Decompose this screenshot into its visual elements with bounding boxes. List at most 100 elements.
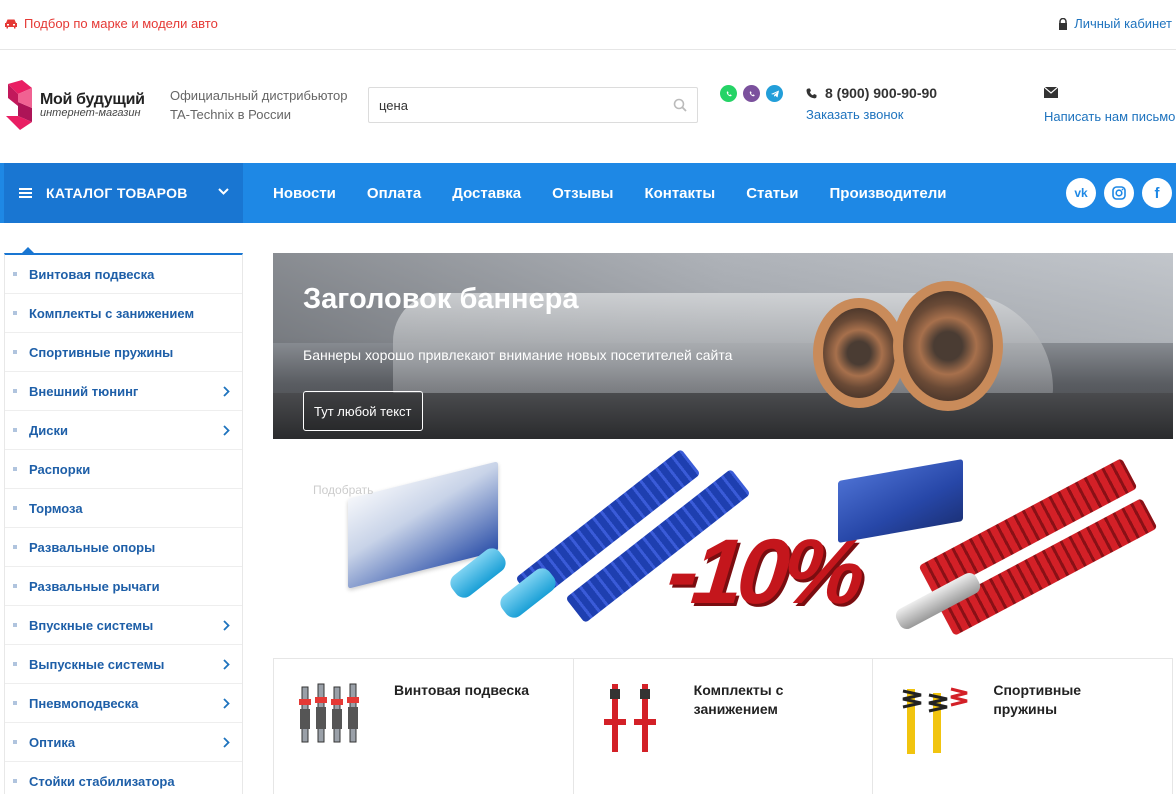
sidebar-item[interactable]: Пневмоподвеска [5, 684, 242, 723]
catalog-label: КАТАЛОГ ТОВАРОВ [46, 185, 188, 201]
sidebar-item-label: Выпускные системы [29, 656, 165, 672]
callback-link[interactable]: Заказать звонок [806, 107, 937, 122]
sidebar-item[interactable]: Выпускные системы [5, 645, 242, 684]
phone-number[interactable]: 8 (900) 900-90-90 [825, 85, 937, 101]
nav-link-reviews[interactable]: Отзывы [552, 185, 613, 202]
search-icon[interactable] [673, 98, 687, 112]
category-name: Винтовая подвеска [394, 682, 529, 698]
telegram-icon[interactable] [766, 85, 783, 102]
coilover-set-image [299, 683, 359, 743]
catalog-button[interactable]: КАТАЛОГ ТОВАРОВ [4, 163, 243, 223]
chevron-right-icon [223, 698, 230, 709]
logo-title: Мой будущий [40, 90, 145, 108]
nav-link-contacts[interactable]: Контакты [644, 185, 715, 202]
car-selector-label: Подбор по марке и модели авто [24, 16, 218, 31]
sidebar-item-label: Спортивные пружины [29, 344, 174, 360]
banner-subtitle: Баннеры хорошо привлекают внимание новых… [303, 347, 733, 363]
nav-link-articles[interactable]: Статьи [746, 185, 798, 202]
social-links: vk f [1066, 178, 1172, 208]
bullet-icon [13, 389, 17, 393]
sidebar-item-label: Комплекты с занижением [29, 305, 195, 321]
category-card[interactable]: Комплекты с занижением [574, 659, 874, 794]
banner-wheel-image [813, 298, 905, 408]
car-selector-link[interactable]: Подбор по марке и модели авто [4, 16, 218, 31]
bullet-icon [13, 350, 17, 354]
car-icon [5, 19, 17, 29]
bullet-icon [13, 272, 17, 276]
category-card[interactable]: Винтовая подвеска [274, 659, 574, 794]
nav-link-news[interactable]: Новости [273, 185, 336, 202]
sidebar-item-label: Диски [29, 422, 68, 438]
category-cards: Винтовая подвеска Комплекты с занижением… [273, 658, 1174, 794]
chevron-down-icon [218, 188, 229, 195]
main-nav: КАТАЛОГ ТОВАРОВ Новости Оплата Доставка … [0, 163, 1176, 223]
messengers [720, 85, 783, 102]
bullet-icon [13, 662, 17, 666]
sidebar-item[interactable]: Комплекты с занижением [5, 294, 242, 333]
category-name: Комплекты с занижением [693, 682, 784, 717]
bullet-icon [13, 701, 17, 705]
search-box [368, 87, 698, 123]
account-link[interactable]: Личный кабинет [1058, 16, 1172, 31]
banner-title: Заголовок баннера [303, 283, 579, 315]
instagram-icon[interactable] [1104, 178, 1134, 208]
facebook-icon[interactable]: f [1142, 178, 1172, 208]
sidebar-item[interactable]: Диски [5, 411, 242, 450]
sidebar-item[interactable]: Оптика [5, 723, 242, 762]
nav-link-delivery[interactable]: Доставка [452, 185, 521, 202]
chevron-right-icon [223, 659, 230, 670]
sidebar-item[interactable]: Тормоза [5, 489, 242, 528]
bullet-icon [13, 779, 17, 783]
category-card[interactable]: Спортивные пружины [873, 659, 1174, 794]
bullet-icon [13, 545, 17, 549]
sidebar-item[interactable]: Спортивные пружины [5, 333, 242, 372]
bullet-icon [13, 584, 17, 588]
sidebar-item[interactable]: Внешний тюнинг [5, 372, 242, 411]
sidebar-item[interactable]: Развальные рычаги [5, 567, 242, 606]
sport-springs-image [903, 687, 968, 754]
distributor-text: Официальный дистрибьютор TA-Technix в Ро… [170, 88, 348, 122]
hero-banner[interactable]: Заголовок баннера Баннеры хорошо привлек… [273, 253, 1173, 439]
sidebar-item[interactable]: Стойки стабилизатора [5, 762, 242, 794]
nav-links: Новости Оплата Доставка Отзывы Контакты … [273, 163, 946, 223]
bullet-icon [13, 467, 17, 471]
viber-icon[interactable] [743, 85, 760, 102]
banner-button[interactable]: Тут любой текст [303, 391, 423, 431]
sidebar-item[interactable]: Развальные опоры [5, 528, 242, 567]
nav-link-manufacturers[interactable]: Производители [830, 185, 947, 202]
promo-banner[interactable]: Подобрать -10% [273, 448, 1173, 640]
logo-mark-icon [6, 80, 32, 130]
sidebar-item[interactable]: Впускные системы [5, 606, 242, 645]
sidebar-item[interactable]: Распорки [5, 450, 242, 489]
sidebar-item-label: Винтовая подвеска [29, 266, 155, 282]
lowering-kit-image [603, 684, 656, 752]
header: Мой будущий интернет-магазин Официальный… [0, 50, 1176, 163]
logo[interactable]: Мой будущий интернет-магазин [4, 80, 145, 130]
sidebar-item-label: Распорки [29, 461, 91, 477]
phone-block: 8 (900) 900-90-90 Заказать звонок [806, 85, 937, 122]
bullet-icon [13, 428, 17, 432]
chevron-right-icon [223, 425, 230, 436]
vk-icon[interactable]: vk [1066, 178, 1096, 208]
category-name: Спортивные пружины [993, 682, 1082, 717]
whatsapp-icon[interactable] [720, 85, 737, 102]
account-label: Личный кабинет [1074, 16, 1172, 31]
sidebar-item[interactable]: Винтовая подвеска [5, 255, 242, 294]
sidebar-item-label: Развальные рычаги [29, 578, 160, 594]
sidebar-item-label: Внешний тюнинг [29, 383, 139, 399]
bullet-icon [13, 740, 17, 744]
mail-block: Написать нам письмо [1043, 85, 1175, 124]
chevron-right-icon [223, 620, 230, 631]
write-letter-link[interactable]: Написать нам письмо [1044, 109, 1175, 124]
bullet-icon [13, 623, 17, 627]
nav-link-payment[interactable]: Оплата [367, 185, 421, 202]
search-input[interactable] [369, 88, 659, 122]
logo-subtitle: интернет-магазин [40, 106, 141, 119]
banner-wheel-image [893, 281, 1003, 411]
sidebar-item-label: Развальные опоры [29, 539, 156, 555]
chevron-right-icon [223, 737, 230, 748]
sidebar-item-label: Впускные системы [29, 617, 154, 633]
envelope-icon [1043, 86, 1059, 98]
phone-icon [806, 88, 817, 98]
sidebar-item-label: Тормоза [29, 500, 83, 516]
